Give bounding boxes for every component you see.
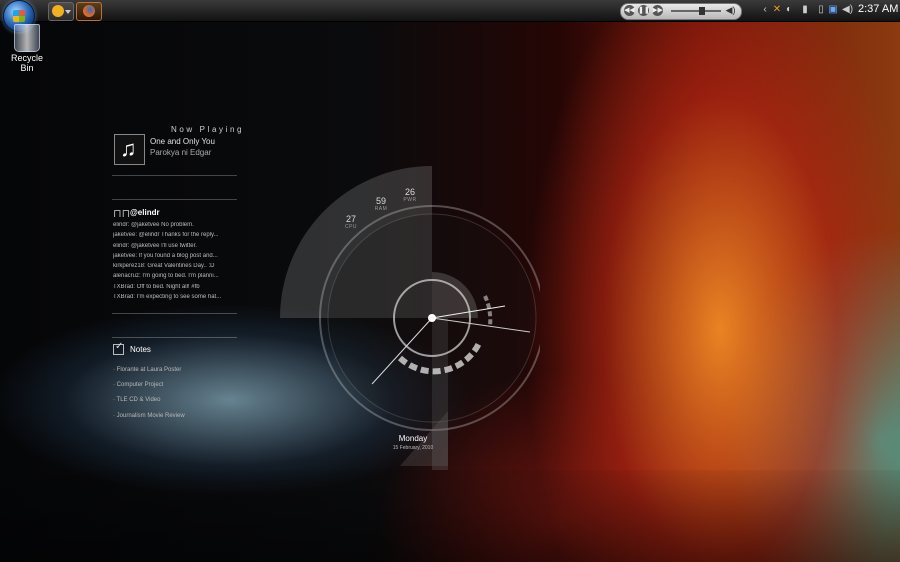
smiley-icon: [52, 5, 64, 17]
checkbox-icon: [113, 341, 124, 355]
ram-stat: 59 RAM: [369, 196, 393, 212]
smiley-quicklaunch-button[interactable]: [48, 2, 74, 21]
tweet-item[interactable]: jaketvee: If you found a blog post and..…: [113, 253, 237, 263]
tweet-list: elindr: @jaketvee No problem. jaketvee: …: [113, 222, 237, 304]
pwr-label: PWR: [403, 197, 417, 203]
now-playing-title: Now Playing: [171, 125, 245, 134]
network-icon[interactable]: ◐: [784, 4, 794, 16]
x-icon[interactable]: ✕: [772, 4, 782, 16]
note-item[interactable]: · Computer Project: [113, 382, 185, 397]
divider: [112, 337, 237, 338]
chevron-down-icon: [65, 10, 71, 14]
firefox-icon: [83, 5, 95, 17]
previous-button[interactable]: ◀◀: [624, 5, 635, 16]
volume-slider-handle[interactable]: [699, 7, 705, 15]
note-item[interactable]: · TLE CD & Video: [113, 397, 185, 412]
book-icon: ⊓⊓: [113, 208, 131, 220]
monitor-icon[interactable]: ▣: [828, 4, 838, 16]
tweet-item[interactable]: jaketvee: @elindr Thanks for the reply..…: [113, 232, 237, 242]
song-artist: Parokya ni Edgar: [150, 148, 212, 157]
notes-list: · Florante at Laura Poster · Computer Pr…: [113, 367, 185, 428]
tweet-item[interactable]: kirkperez18: Great Valentines Day.. :D: [113, 263, 237, 273]
song-title: One and Only You: [150, 137, 215, 146]
phone-icon[interactable]: ▯: [816, 4, 826, 16]
volume-slider[interactable]: [671, 7, 721, 15]
tweet-item[interactable]: TXBrad: Off to bed. Night all! #fb: [113, 284, 237, 294]
music-note-icon: ♫: [120, 136, 137, 161]
day-label: Monday: [398, 434, 428, 443]
date-label: 15 February, 2010: [392, 445, 434, 451]
taskbar: ◀◀ ❚❚ ▶▶ ◀) ‹ ✕ ◐ ▮ ▯ ▣ ◀) 2:37 AM: [0, 0, 900, 32]
divider: [112, 175, 237, 176]
media-player-toolbar: ◀◀ ❚❚ ▶▶ ◀): [620, 3, 742, 20]
battery-icon[interactable]: ▮: [800, 4, 810, 16]
taskbar-clock[interactable]: 2:37 AM: [858, 3, 898, 15]
desktop-reflection: [0, 470, 900, 562]
recycle-bin-icon: [14, 24, 40, 52]
clock-center: [428, 314, 436, 322]
note-item[interactable]: · Journalism Movie Review: [113, 413, 185, 428]
recycle-bin-shortcut[interactable]: Recycle Bin: [4, 24, 50, 73]
chevron-icon[interactable]: ‹: [760, 4, 770, 16]
tweet-item[interactable]: alenacruz: I'm going to bed. I'm planni.…: [113, 273, 237, 283]
firefox-quicklaunch-button[interactable]: [76, 2, 102, 21]
twitter-username[interactable]: @elindr: [130, 208, 160, 217]
ram-label: RAM: [374, 206, 388, 212]
volume-icon[interactable]: ◀): [842, 4, 853, 16]
cpu-label: CPU: [344, 224, 358, 230]
cpu-value: 27: [345, 214, 356, 224]
speaker-icon[interactable]: ◀): [725, 5, 736, 16]
next-button[interactable]: ▶▶: [652, 5, 663, 16]
pwr-value: 26: [404, 187, 415, 197]
note-item[interactable]: · Florante at Laura Poster: [113, 367, 185, 382]
pause-button[interactable]: ❚❚: [638, 5, 650, 16]
tweet-item[interactable]: TXBrad: I'm expecting to see some hat...: [113, 294, 237, 304]
tweet-item[interactable]: elindr: @jaketvee I'll use twitter.: [113, 243, 237, 253]
divider: [112, 313, 237, 314]
divider: [112, 199, 237, 200]
pwr-stat: 26 PWR: [399, 187, 421, 203]
tweet-item[interactable]: elindr: @jaketvee No problem.: [113, 222, 237, 232]
cpu-stat: 27 CPU: [340, 214, 362, 230]
recycle-bin-label: Recycle Bin: [10, 53, 43, 73]
album-art[interactable]: ♫: [114, 134, 145, 165]
notes-title: Notes: [130, 345, 151, 354]
system-clock-widget: [280, 166, 540, 470]
ram-value: 59: [375, 196, 386, 206]
